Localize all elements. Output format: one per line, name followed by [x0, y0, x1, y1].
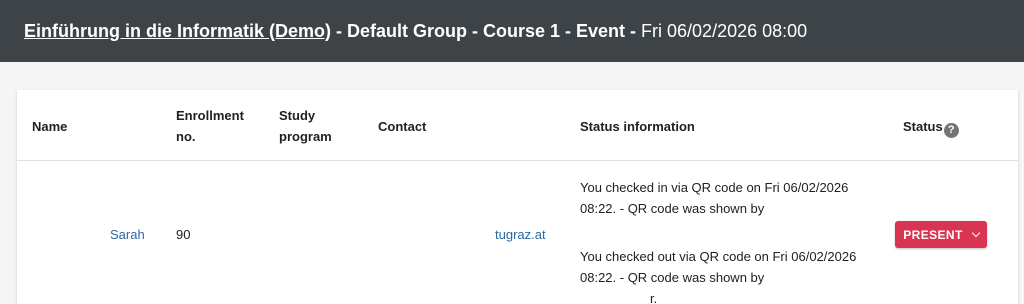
column-header-status[interactable]: Status?	[903, 116, 959, 138]
column-header-enrollment[interactable]: Enrollment no.	[176, 105, 244, 147]
attendance-table: Name Enrollment no. Study program Contac…	[17, 90, 1018, 304]
student-name-link[interactable]: Sarah	[110, 224, 145, 245]
chevron-down-icon	[971, 228, 980, 237]
table-row: Sarah 90 tugraz.at You checked in via QR…	[17, 162, 1018, 304]
contact-email-link[interactable]: tugraz.at	[495, 224, 546, 245]
column-header-name[interactable]: Name	[32, 116, 67, 137]
check-out-text-end: r.	[650, 291, 658, 304]
column-header-status-information[interactable]: Status information	[580, 116, 695, 137]
table-header: Name Enrollment no. Study program Contac…	[17, 90, 1018, 161]
status-label: PRESENT	[903, 227, 963, 242]
enrollment-number: 90	[176, 227, 191, 242]
check-in-text-cont: 08:22. - QR code was shown by	[580, 201, 765, 216]
check-in-text: You checked in via QR code on Fri 06/02/…	[580, 180, 849, 195]
column-header-study-program[interactable]: Study program	[279, 105, 332, 147]
help-icon[interactable]: ?	[943, 123, 959, 138]
check-out-text: You checked out via QR code on Fri 06/02…	[580, 249, 857, 264]
header-title: - Default Group - Course 1 - Event -	[331, 20, 642, 41]
status-dropdown-button[interactable]: PRESENT	[895, 221, 987, 248]
course-link[interactable]: Einführung in die Informatik (Demo)	[24, 21, 331, 42]
page-header: Einführung in die Informatik (Demo) - De…	[0, 0, 1024, 62]
header-date: Fri 06/02/2026 08:00	[641, 20, 808, 41]
check-out-text-cont: 08:22. - QR code was shown by	[580, 270, 765, 285]
column-header-contact[interactable]: Contact	[378, 116, 426, 137]
status-information: You checked in via QR code on Fri 06/02/…	[580, 177, 860, 304]
